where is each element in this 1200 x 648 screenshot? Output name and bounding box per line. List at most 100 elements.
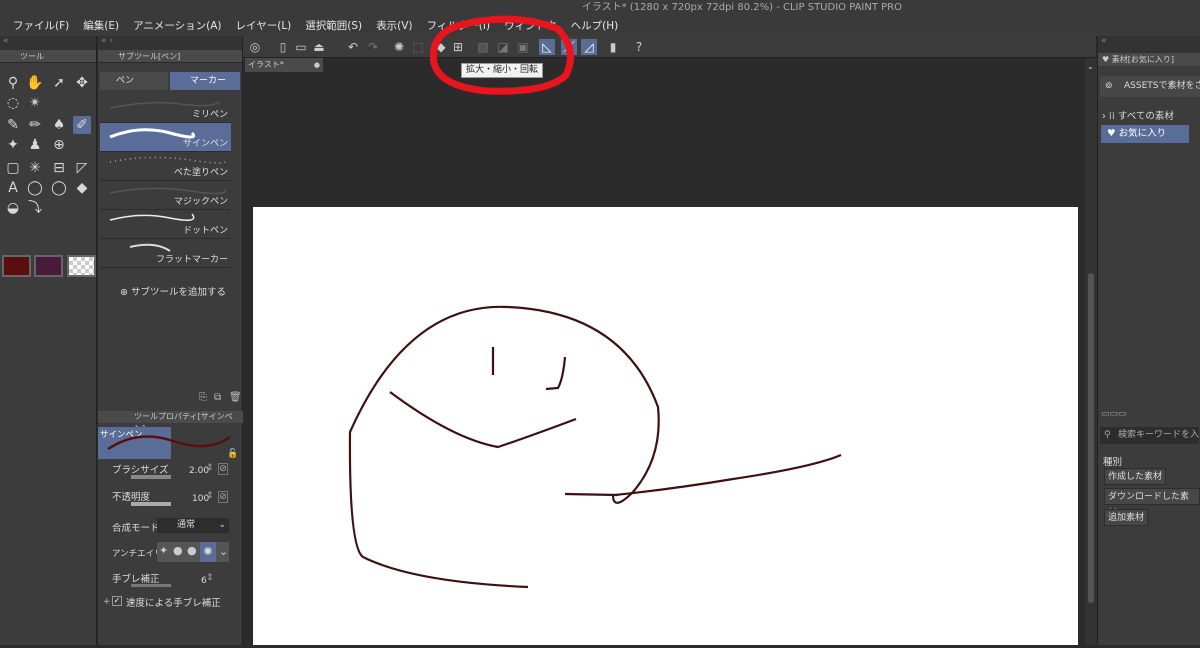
blend-mode-select[interactable]: 通常 ⌄ <box>157 518 229 533</box>
antialias-none-icon[interactable]: ✦ <box>159 544 168 557</box>
antialias-selector[interactable]: ✦ ● ● ✺ ⌄ <box>157 542 229 562</box>
close-icon[interactable]: ● <box>314 58 320 72</box>
brush-label: ミリペン <box>191 110 228 120</box>
tooltip-transform: 拡大・縮小・回転 <box>461 63 544 78</box>
text-tool-icon[interactable]: A <box>4 179 22 197</box>
assets-search-label: ASSETSで素材をさがす <box>1124 81 1200 91</box>
vertical-scrollbar[interactable]: ⌄ <box>1085 58 1097 645</box>
scroll-thumb[interactable] <box>1088 273 1094 603</box>
stamp-tool-icon[interactable]: ♟ <box>26 136 44 154</box>
fill-bucket-tool-icon[interactable]: ◒ <box>4 199 22 217</box>
new-file-icon[interactable]: ▯ <box>275 39 291 55</box>
menu-view[interactable]: 表示(V) <box>369 16 419 36</box>
menu-file[interactable]: ファイル(F) <box>6 16 76 36</box>
brush-item-magic-pen[interactable]: マジックペン <box>100 181 231 210</box>
brush-item-millipen[interactable]: ミリペン <box>100 94 231 123</box>
perspective-tool-icon[interactable]: ⊕ <box>50 136 68 154</box>
brush-item-dot-pen[interactable]: ドットペン <box>100 210 231 239</box>
gradient-tool-icon[interactable]: ✳ <box>26 159 44 177</box>
transparent-color-swatch[interactable] <box>67 255 96 277</box>
expand-plus-icon[interactable]: + <box>103 597 111 607</box>
magic-wand-tool-icon[interactable]: ✴ <box>26 94 44 112</box>
main-color-swatch[interactable] <box>2 255 31 277</box>
spin-icon[interactable]: ⇕ <box>206 463 214 473</box>
decoration-tool-icon[interactable]: ✦ <box>4 136 22 154</box>
tree-item-all-materials[interactable]: › ⁞⁞ すべての素材 <box>1102 108 1174 122</box>
opacity-slider[interactable] <box>131 502 171 506</box>
menu-animation[interactable]: アニメーション(A) <box>126 16 228 36</box>
hand-tool-icon[interactable]: ✋ <box>26 74 44 92</box>
save-icon[interactable]: ⏏ <box>311 39 327 55</box>
open-folder-icon[interactable]: ▭ <box>293 39 309 55</box>
menu-edit[interactable]: 編集(E) <box>76 16 126 36</box>
operation-tool-icon[interactable]: ➚ <box>50 74 68 92</box>
chevron-up-icon[interactable]: ⌄ <box>1087 62 1094 71</box>
figure-tool-icon[interactable]: ▢ <box>4 159 22 177</box>
menu-layer[interactable]: レイヤー(L) <box>229 16 299 36</box>
lock-icon[interactable]: 🔓 <box>227 449 238 459</box>
pencil-tool-icon[interactable]: ✏ <box>26 116 44 134</box>
device-icon[interactable]: ▮ <box>605 39 621 55</box>
search-placeholder: 検索キーワードを入... <box>1118 430 1199 440</box>
clear-icon[interactable]: ✺ <box>391 39 407 55</box>
material-search-input[interactable]: ⚲ 検索キーワードを入... <box>1100 427 1199 444</box>
subtool-tab-marker[interactable]: マーカー <box>170 72 240 90</box>
move-layer-tool-icon[interactable]: ✥ <box>73 74 91 92</box>
brush-preview-stroke <box>107 435 231 451</box>
stabilization-slider[interactable] <box>131 584 171 587</box>
ruler-tool-icon[interactable]: ◸ <box>73 159 91 177</box>
category-created-button[interactable]: 作成した素材 <box>1104 468 1167 485</box>
antialias-medium-icon[interactable]: ● <box>187 544 197 557</box>
brush-size-slider[interactable] <box>131 475 171 479</box>
antialias-weak-icon[interactable]: ● <box>173 544 183 557</box>
clear-outside-icon[interactable]: ⬚ <box>410 39 426 55</box>
opacity-label: 不透明度 <box>112 492 151 503</box>
undo-icon[interactable]: ↶ <box>345 39 361 55</box>
assets-search-button[interactable]: ⊚ ASSETSで素材をさがす <box>1100 76 1200 97</box>
chevron-down-icon[interactable]: ⌄ <box>219 545 228 558</box>
export-icon[interactable]: ⎘ <box>199 392 207 403</box>
material-toolbar-icons[interactable]: ▭▭▭ <box>1101 409 1127 419</box>
document-tab[interactable]: イラスト* ● <box>245 58 323 72</box>
sub-color-swatch[interactable] <box>34 255 63 277</box>
eyedropper-tool-icon[interactable]: ⤵ <box>26 199 44 217</box>
pressure-settings-icon[interactable]: ⊘ <box>218 463 228 475</box>
marker-tool-icon[interactable]: ✐ <box>73 116 91 134</box>
spin-icon[interactable]: ⇕ <box>206 491 214 501</box>
frame-tool-icon[interactable]: ⊟ <box>50 159 68 177</box>
app-icon[interactable]: ◎ <box>247 39 263 55</box>
brush-item-signpen[interactable]: サインペン <box>100 123 231 152</box>
tree-item-favorites[interactable]: ♥ お気に入り <box>1101 125 1189 143</box>
zoom-tool-icon[interactable]: ⚲ <box>4 74 22 92</box>
airbrush-tool-icon[interactable]: ♠ <box>50 116 68 134</box>
spin-icon[interactable]: ⇕ <box>206 573 214 583</box>
collapse-icon[interactable]: « <box>0 36 96 50</box>
duplicate-icon[interactable]: ⧉ <box>214 392 221 403</box>
add-subtool-label: サブツールを追加する <box>131 287 227 298</box>
pressure-settings-icon[interactable]: ⊘ <box>218 491 228 503</box>
drawing-canvas[interactable] <box>253 207 1078 645</box>
redo-icon[interactable]: ↷ <box>365 39 381 55</box>
eraser-tool-icon[interactable]: ◆ <box>73 179 91 197</box>
add-subtool-button[interactable]: ⊕ サブツールを追加する <box>120 284 226 298</box>
antialias-strong-icon[interactable]: ✺ <box>200 542 216 562</box>
help-icon[interactable]: ? <box>631 39 647 55</box>
snap-grid-icon[interactable]: ◿ <box>581 39 597 55</box>
speed-stabilization-checkbox[interactable]: ✓ <box>112 596 122 606</box>
category-downloaded-button[interactable]: ダウンロードした素材 <box>1104 488 1200 519</box>
category-added-button[interactable]: 追加素材 <box>1104 509 1149 526</box>
brush-item-solid-pen[interactable]: べた塗りペン <box>100 152 231 181</box>
heart-icon: ♥ <box>1102 55 1110 64</box>
lasso-tool-icon[interactable]: ◌ <box>4 94 22 112</box>
brush-label: フラットマーカー <box>155 255 228 265</box>
chevron-right-icon: › <box>1102 111 1106 122</box>
brush-item-flat-marker[interactable]: フラットマーカー <box>100 239 231 268</box>
balloon-tail-tool-icon[interactable]: ◯ <box>50 179 68 197</box>
chevron-down-icon: ⌄ <box>218 520 226 530</box>
balloon-tool-icon[interactable]: ◯ <box>26 179 44 197</box>
menu-bar: ファイル(F) 編集(E) アニメーション(A) レイヤー(L) 選択範囲(S)… <box>0 16 1200 36</box>
trash-icon[interactable]: 🗑 <box>229 392 242 403</box>
menu-selection[interactable]: 選択範囲(S) <box>298 16 369 36</box>
subtool-tab-pen[interactable]: ペン <box>100 72 168 90</box>
pen-tool-icon[interactable]: ✎ <box>4 116 22 134</box>
